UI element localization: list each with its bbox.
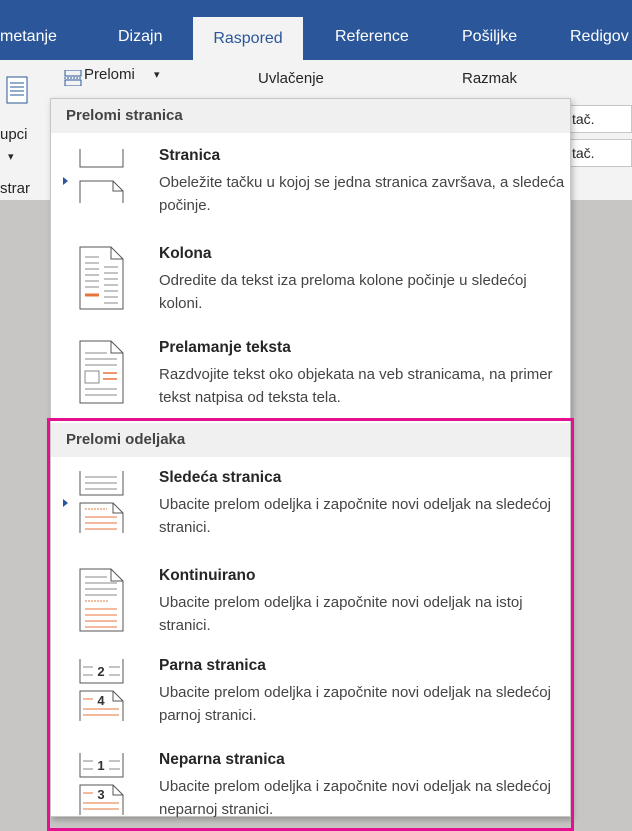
ribbon-tab-bar: metanje Dizajn Raspored Reference Pošilj… [0, 0, 632, 60]
menu-item-description: Ubacite prelom odeljka i započnite novi … [159, 778, 551, 818]
selection-pointer-icon [63, 177, 68, 185]
menu-item-even-page[interactable]: 2 4 Parna stranica Ubacite prelom odeljk… [51, 657, 570, 737]
tab-redigovanje[interactable]: Redigov [570, 28, 629, 46]
continuous-section-icon [79, 567, 125, 633]
page-setup-group-label: strar [0, 180, 30, 197]
tab-reference[interactable]: Reference [335, 28, 409, 46]
text-wrapping-icon [79, 339, 125, 405]
page-break-icon [79, 147, 125, 213]
breaks-label: Prelomi [84, 66, 135, 83]
columns-icon[interactable] [6, 76, 28, 104]
menu-item-description: Ubacite prelom odeljka i započnite novi … [159, 594, 523, 634]
breaks-dropdown-menu: Prelomi stranica Stranica Obeležite tačk… [50, 98, 571, 818]
menu-item-text-wrapping[interactable]: Prelamanje teksta Razdvojite tekst oko o… [51, 339, 570, 419]
menu-item-title: Prelamanje teksta [159, 339, 291, 356]
columns-chevron-down-icon[interactable]: ▾ [8, 150, 14, 163]
page-breaks-header: Prelomi stranica [51, 99, 570, 133]
svg-text:2: 2 [97, 664, 104, 679]
menu-item-description: Ubacite prelom odeljka i započnite novi … [159, 684, 551, 724]
odd-page-section-icon: 1 3 [79, 751, 125, 817]
menu-item-page-break[interactable]: Stranica Obeležite tačku u kojoj se jedn… [51, 147, 570, 227]
next-page-section-icon [79, 469, 125, 535]
tab-posiljke[interactable]: Pošiljke [462, 28, 517, 46]
svg-text:1: 1 [97, 758, 104, 773]
menu-item-column-break[interactable]: Kolona Odredite da tekst iza preloma kol… [51, 245, 570, 325]
menu-item-description: Razdvojite tekst oko objekata na veb str… [159, 366, 553, 406]
tab-oblikovanje[interactable]: metanje [0, 28, 57, 46]
spacing-group-label: Razmak [462, 70, 518, 87]
menu-item-title: Kontinuirano [159, 567, 256, 584]
menu-item-next-page[interactable]: Sledeća stranica Ubacite prelom odeljka … [51, 469, 570, 549]
menu-item-continuous[interactable]: Kontinuirano Ubacite prelom odeljka i za… [51, 567, 570, 647]
menu-item-title: Stranica [159, 147, 221, 164]
menu-item-odd-page[interactable]: 1 3 Neparna stranica Ubacite prelom odel… [51, 751, 570, 831]
spacing-before-field[interactable]: tač. [565, 105, 632, 133]
tab-dizajn[interactable]: Dizajn [118, 28, 162, 46]
even-page-section-icon: 2 4 [79, 657, 125, 723]
menu-item-description: Ubacite prelom odeljka i započnite novi … [159, 496, 551, 536]
columns-label[interactable]: upci [0, 126, 28, 143]
svg-text:4: 4 [97, 693, 105, 708]
menu-item-title: Neparna stranica [159, 751, 285, 768]
section-breaks-header: Prelomi odeljaka [51, 423, 570, 457]
menu-item-title: Kolona [159, 245, 212, 262]
menu-item-title: Parna stranica [159, 657, 266, 674]
breaks-chevron-down-icon: ▾ [154, 69, 160, 81]
svg-text:3: 3 [97, 787, 104, 802]
menu-item-description: Odredite da tekst iza preloma kolone poč… [159, 272, 527, 312]
selection-pointer-icon [63, 499, 68, 507]
breaks-icon [64, 69, 82, 91]
indent-group-label: Uvlačenje [258, 70, 324, 87]
menu-item-title: Sledeća stranica [159, 469, 282, 486]
column-break-icon [79, 245, 125, 311]
spacing-after-field[interactable]: tač. [565, 139, 632, 167]
breaks-button[interactable]: Prelomi ▾ [58, 64, 168, 90]
tab-raspored[interactable]: Raspored [193, 17, 303, 60]
menu-item-description: Obeležite tačku u kojoj se jedna stranic… [159, 174, 565, 214]
